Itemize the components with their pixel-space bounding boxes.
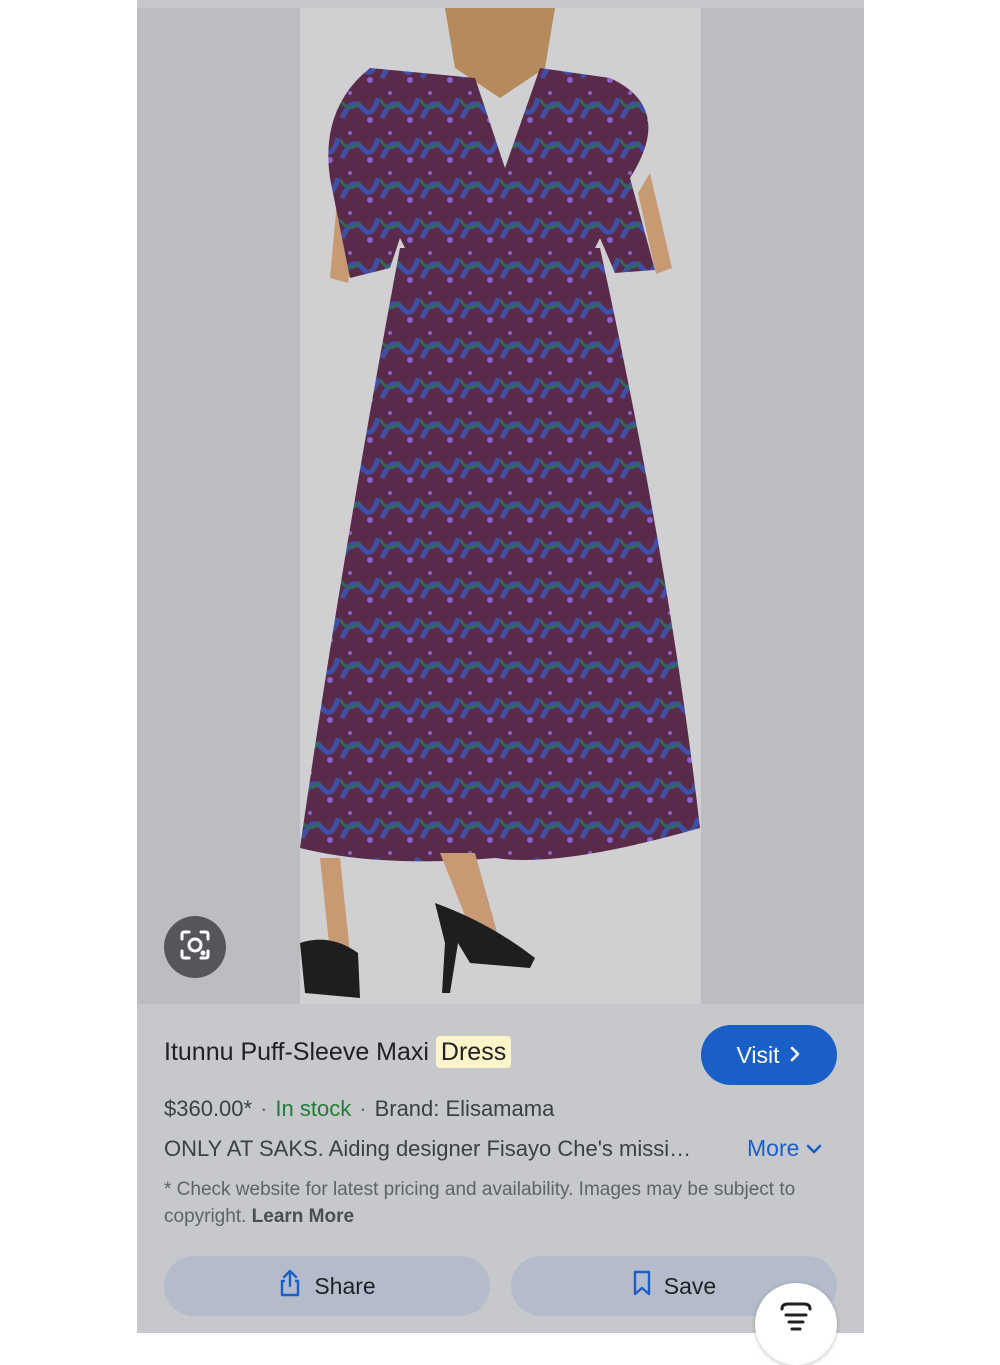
brand: Brand: Elisamama <box>374 1096 555 1121</box>
learn-more-link[interactable]: Learn More <box>252 1206 354 1227</box>
lens-icon <box>178 928 212 967</box>
more-button[interactable]: More <box>747 1135 823 1162</box>
share-label: Share <box>314 1272 376 1299</box>
product-title-text: Itunnu Puff-Sleeve Maxi <box>164 1038 429 1066</box>
product-info: Itunnu Puff-Sleeve Maxi Dress Visit $360… <box>137 1004 864 1333</box>
share-icon <box>278 1269 302 1303</box>
separator: · <box>359 1096 367 1121</box>
save-label: Save <box>663 1272 717 1299</box>
bookmark-icon <box>632 1270 652 1302</box>
disclaimer: * Check website for latest pricing and a… <box>164 1176 836 1230</box>
visit-button[interactable]: Visit <box>701 1025 837 1085</box>
price: $360.00* <box>164 1096 253 1121</box>
result-panel: Itunnu Puff-Sleeve Maxi Dress Visit $360… <box>137 0 864 1333</box>
separator: · <box>260 1096 268 1121</box>
chevron-down-icon <box>805 1135 823 1162</box>
more-label: More <box>747 1135 800 1161</box>
share-button[interactable]: Share <box>164 1256 490 1316</box>
product-image[interactable] <box>137 8 864 1004</box>
dress-illustration <box>300 8 700 998</box>
query-highlight: Dress <box>435 1036 512 1068</box>
chevron-right-icon <box>788 1042 802 1069</box>
stock-status: In stock <box>275 1096 352 1121</box>
dress-photo[interactable] <box>300 8 701 1004</box>
product-meta: $360.00* · In stock · Brand: Elisamama <box>164 1096 554 1122</box>
filter-lines-icon <box>774 1301 818 1336</box>
product-title[interactable]: Itunnu Puff-Sleeve Maxi Dress <box>164 1036 512 1068</box>
product-description: ONLY AT SAKS. Aiding designer Fisayo Che… <box>164 1136 692 1161</box>
filter-button[interactable] <box>755 1283 837 1365</box>
visit-label: Visit <box>736 1041 780 1068</box>
lens-button[interactable] <box>164 916 226 978</box>
